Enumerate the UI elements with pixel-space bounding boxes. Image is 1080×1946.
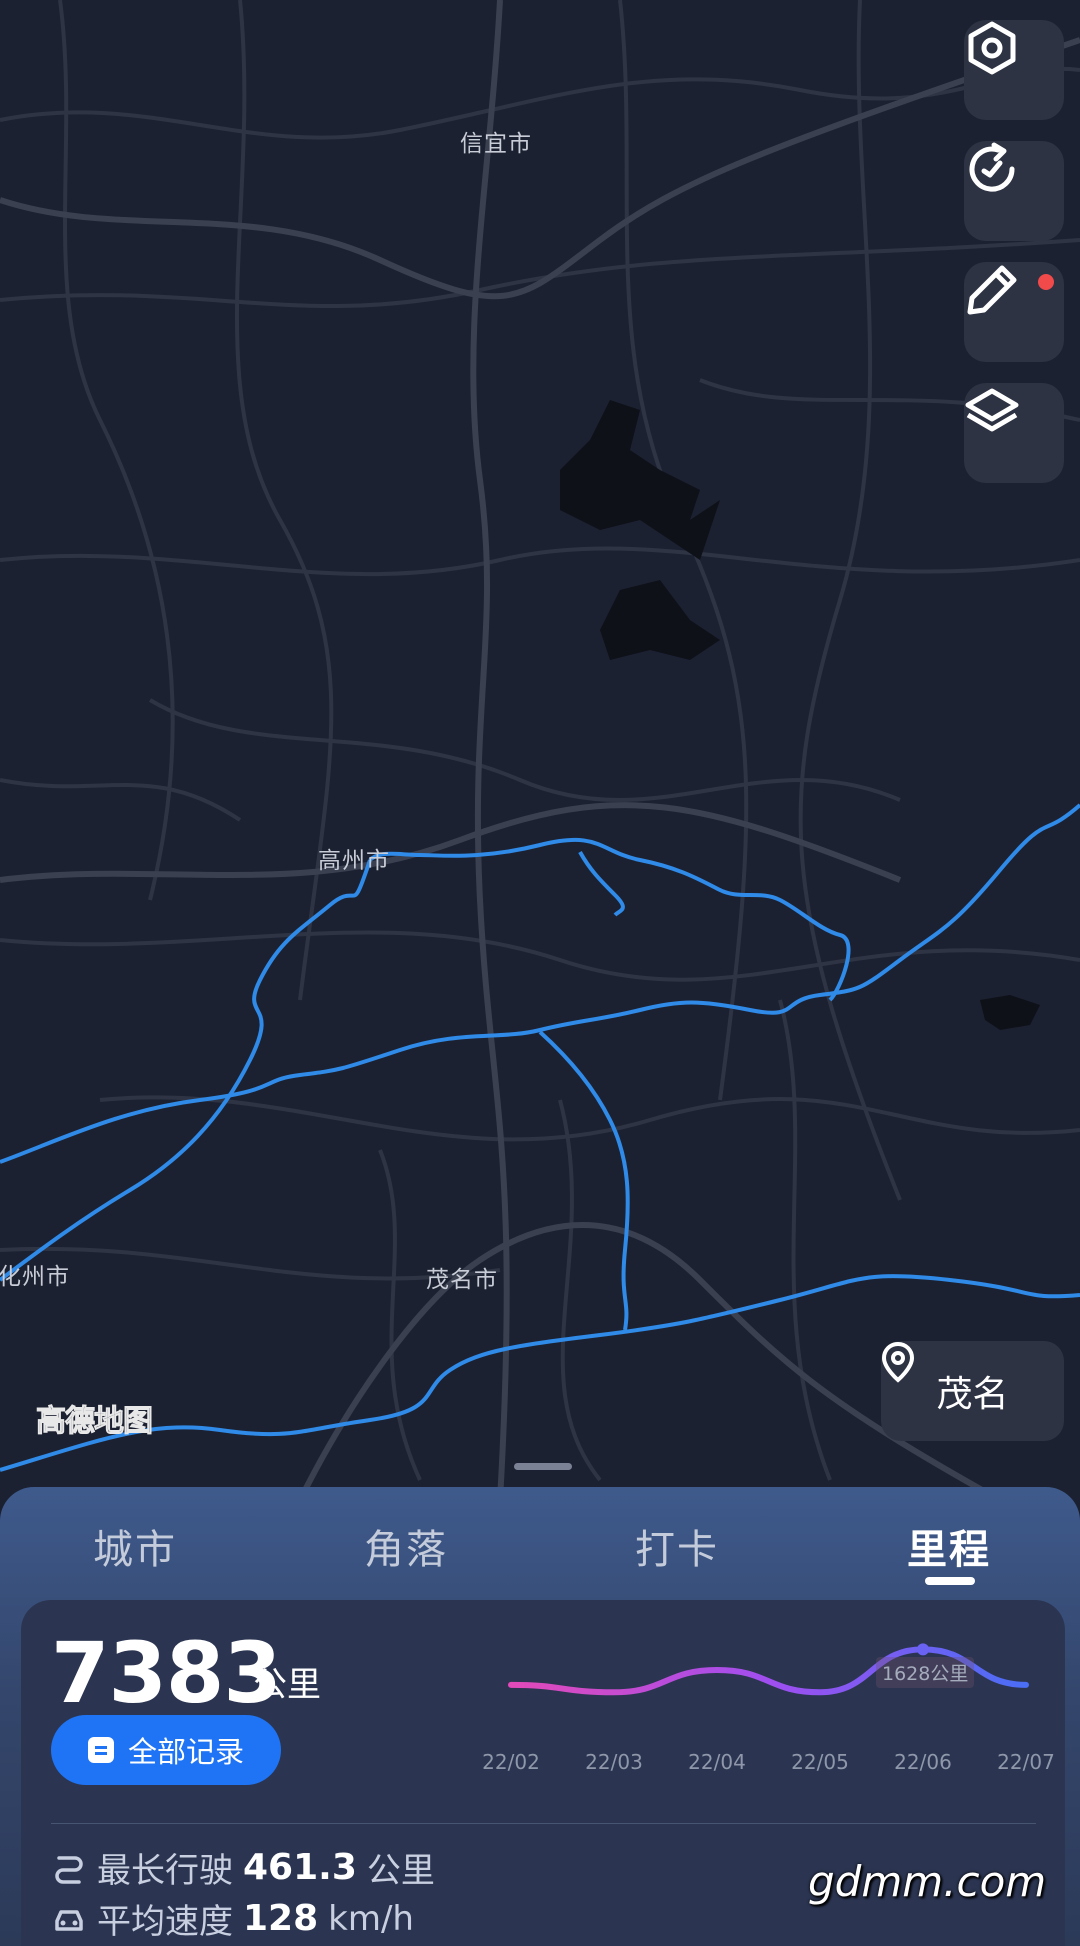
drag-handle[interactable] <box>514 1463 572 1470</box>
tab-bar: 城市 角落 打卡 里程 <box>0 1487 1080 1597</box>
mileage-chart: 1628公里 22/02 22/03 22/04 22/05 22/06 22/07 <box>461 1630 1061 1774</box>
edit-button[interactable] <box>964 262 1064 362</box>
active-tab-indicator <box>925 1577 975 1585</box>
route-icon <box>55 1855 83 1884</box>
longest-drive-row: 最长行驶 461.3 公里 <box>51 1843 435 1892</box>
longest-drive-unit: 公里 <box>366 1851 435 1891</box>
current-city-label: 茂名 <box>936 1374 1009 1415</box>
layers-button[interactable] <box>964 383 1064 483</box>
city-label: 高州市 <box>318 848 390 874</box>
all-records-label: 全部记录 <box>127 1735 244 1769</box>
average-speed-value: 128 <box>243 1898 319 1939</box>
map-view[interactable]: 信宜市 高州市 化州市 茂名市 高德地图 茂名 <box>0 0 1080 1500</box>
divider <box>51 1823 1036 1824</box>
average-speed-label: 平均速度 <box>97 1902 233 1942</box>
refresh-icon <box>969 142 1015 192</box>
x-tick-label: 22/03 <box>585 1750 643 1774</box>
city-label: 茂名市 <box>426 1267 498 1293</box>
settings-button[interactable] <box>964 20 1064 120</box>
pencil-icon <box>967 265 1017 315</box>
mileage-trend-line <box>508 1643 1029 1696</box>
city-label: 信宜市 <box>460 131 532 157</box>
notification-dot <box>1038 274 1054 290</box>
peak-point <box>917 1643 929 1656</box>
longest-drive-value: 461.3 <box>243 1847 357 1888</box>
longest-drive-label: 最长行驶 <box>97 1851 233 1891</box>
average-speed-row: 平均速度 128 km/h <box>51 1894 414 1943</box>
tab-city[interactable]: 城市 <box>75 1517 195 1575</box>
watermark: gdmm.com <box>808 1857 1047 1906</box>
x-tick-label: 22/04 <box>688 1750 746 1774</box>
x-tick-label: 22/06 <box>894 1750 952 1774</box>
average-speed-unit: km/h <box>328 1898 414 1939</box>
map-provider-logo: 高德地图 <box>36 1404 154 1440</box>
total-mileage: 7383 <box>51 1624 282 1722</box>
peak-label: 1628公里 <box>876 1657 975 1688</box>
x-tick-label: 22/05 <box>791 1750 849 1774</box>
layers-icon <box>965 388 1019 432</box>
all-records-button[interactable]: 全部记录 <box>51 1715 281 1785</box>
document-icon <box>87 1737 114 1763</box>
location-pin-icon <box>881 1341 915 1383</box>
refresh-button[interactable] <box>964 141 1064 241</box>
city-label: 化州市 <box>0 1264 70 1290</box>
current-city-button[interactable]: 茂名 <box>881 1341 1064 1441</box>
tab-corner[interactable]: 角落 <box>346 1517 466 1575</box>
total-mileage-unit: 公里 <box>253 1665 321 1705</box>
x-tick-label: 22/02 <box>482 1750 540 1774</box>
tab-checkin[interactable]: 打卡 <box>617 1517 737 1575</box>
car-icon <box>55 1909 83 1931</box>
map-canvas <box>0 0 1080 1500</box>
hexagon-settings-icon <box>968 21 1016 75</box>
tab-mileage[interactable]: 里程 <box>889 1517 1009 1575</box>
x-tick-label: 22/07 <box>997 1750 1055 1774</box>
